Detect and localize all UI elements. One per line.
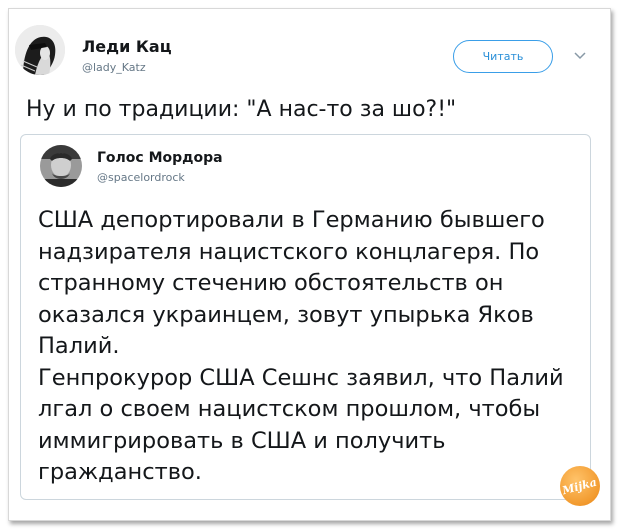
chevron-down-icon[interactable] (574, 51, 586, 61)
woman-portrait-avatar-image (15, 25, 65, 75)
author-name[interactable]: Леди Кац (82, 37, 172, 56)
watermark-logo: Mijka (560, 466, 600, 506)
author-handle[interactable]: @lady_Katz (82, 61, 146, 74)
quoted-tweet-text: США депортировали в Германию бывшего над… (38, 205, 586, 489)
watermark-text: Mijka (561, 475, 599, 497)
quoted-author-avatar[interactable] (40, 145, 82, 187)
follow-button[interactable]: Читать (453, 40, 553, 73)
quoted-paragraph: США депортировали в Германию бывшего над… (38, 207, 545, 359)
quoted-author-name[interactable]: Голос Мордора (97, 150, 223, 166)
quoted-author-handle[interactable]: @spacelordrock (97, 171, 185, 184)
man-portrait-avatar-image (40, 145, 82, 187)
quoted-paragraph: Генпрокурор США Сешнс заявил, что Палий … (38, 364, 564, 486)
author-avatar[interactable] (15, 25, 65, 75)
tweet-text: Ну и по традиции: "А нас-то за шо?!" (26, 97, 457, 122)
